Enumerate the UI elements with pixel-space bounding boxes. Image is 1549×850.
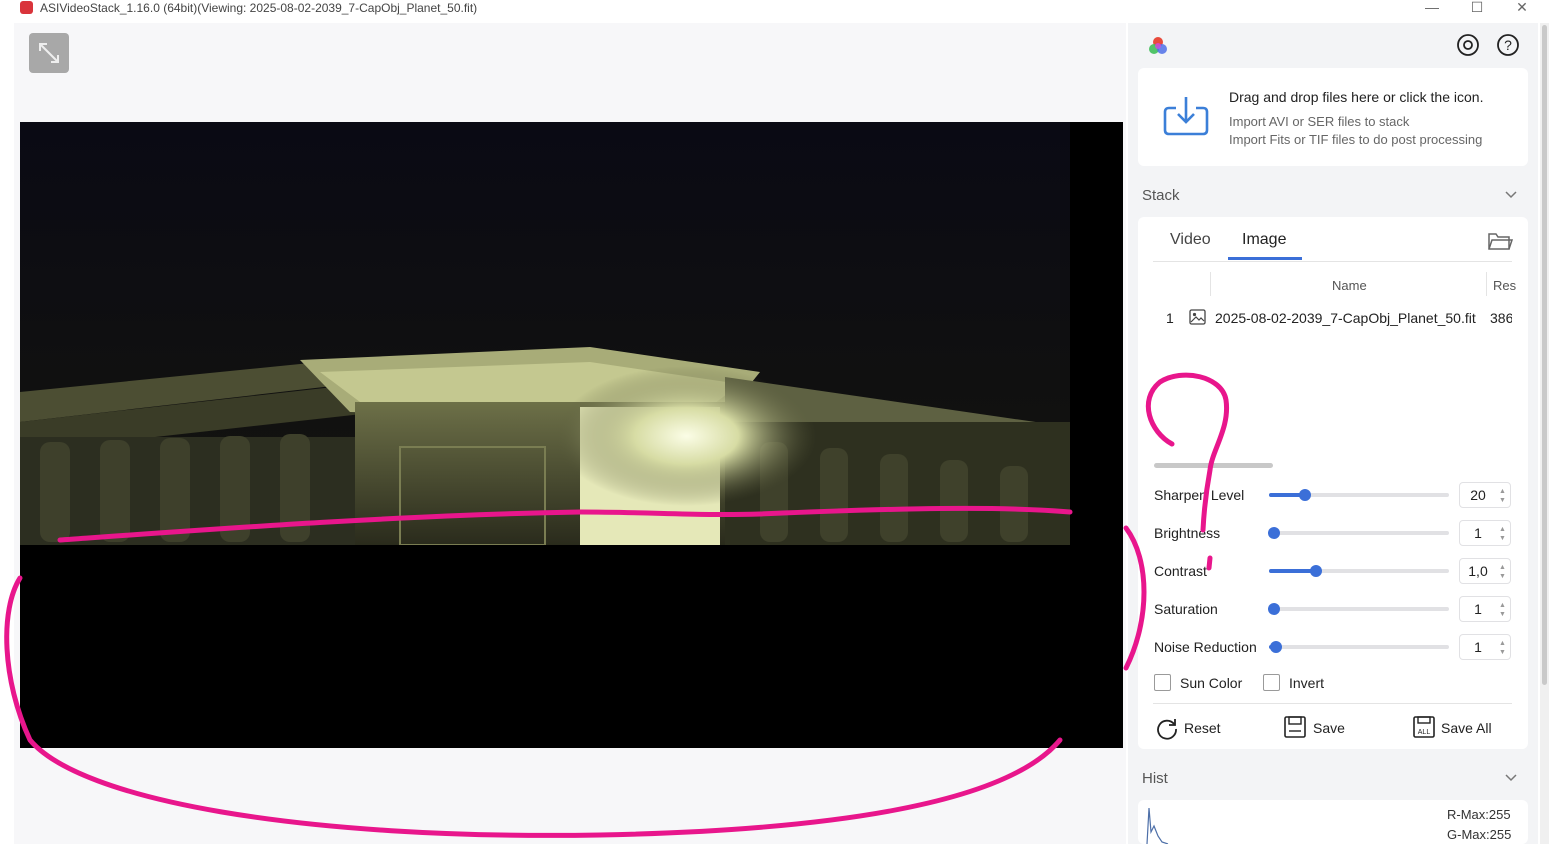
image-viewer[interactable] <box>20 122 1123 748</box>
folder-icon[interactable] <box>1487 230 1513 252</box>
settings-target-icon[interactable] <box>1456 33 1480 57</box>
contrast-slider[interactable] <box>1269 565 1449 577</box>
brightness-slider-handle[interactable] <box>1268 527 1280 539</box>
spin-down-icon[interactable]: ▼ <box>1499 649 1506 656</box>
svg-text:?: ? <box>1504 37 1512 53</box>
hist-r-max: R-Max:255 <box>1447 807 1511 822</box>
contrast-spinbox[interactable]: 1,0 ▲ ▼ <box>1459 558 1511 584</box>
contrast-label: Contrast <box>1154 563 1207 579</box>
image-file-icon <box>1189 309 1206 325</box>
contrast-slider-handle[interactable] <box>1310 565 1322 577</box>
expand-button[interactable] <box>29 33 69 73</box>
download-icon[interactable] <box>1162 94 1210 138</box>
expand-icon <box>39 43 59 63</box>
contrast-value: 1,0 <box>1468 563 1488 579</box>
scrollbar-thumb[interactable] <box>1542 25 1547 685</box>
saturation-label: Saturation <box>1154 601 1218 617</box>
app-icon <box>20 1 33 14</box>
spin-down-icon[interactable]: ▼ <box>1499 611 1506 618</box>
tab-image[interactable]: Image <box>1242 231 1286 249</box>
sun-color-label: Sun Color <box>1180 675 1243 691</box>
row-index: 1 <box>1166 310 1174 326</box>
hist-g-max: G-Max:255 <box>1447 827 1512 842</box>
save-label: Save <box>1313 720 1345 736</box>
sharpen-level-label: Sharpen Level <box>1154 487 1245 503</box>
close-button[interactable]: ✕ <box>1507 0 1537 16</box>
active-tab-indicator <box>1228 257 1302 260</box>
planet-image <box>20 122 1123 748</box>
save-icon <box>1284 716 1306 738</box>
sun-color-checkbox[interactable] <box>1154 674 1171 691</box>
brightness-spinbox[interactable]: 1 ▲ ▼ <box>1459 520 1511 546</box>
spin-up-icon[interactable]: ▲ <box>1499 640 1506 647</box>
row-resolution: 386 <box>1490 310 1512 326</box>
maximize-button[interactable]: ☐ <box>1462 0 1492 16</box>
save-all-icon: ALL <box>1413 716 1435 738</box>
spin-down-icon[interactable]: ▼ <box>1499 573 1506 580</box>
help-icon[interactable]: ? <box>1496 33 1520 57</box>
save-all-label: Save All <box>1441 720 1492 736</box>
sharpen-level-spinbox[interactable]: 20 ▲ ▼ <box>1459 482 1511 508</box>
noise-reduction-slider[interactable] <box>1269 641 1449 653</box>
noise-reduction-slider-handle[interactable] <box>1270 641 1282 653</box>
stack-section-title[interactable]: Stack <box>1142 187 1180 204</box>
row-filename: 2025-08-02-2039_7-CapObj_Planet_50.fit <box>1215 310 1476 326</box>
spin-up-icon[interactable]: ▲ <box>1499 564 1506 571</box>
reset-icon <box>1157 719 1177 740</box>
column-header-name[interactable]: Name <box>1332 278 1367 293</box>
tab-video[interactable]: Video <box>1170 231 1211 249</box>
saturation-slider[interactable] <box>1268 603 1449 615</box>
column-divider <box>1210 272 1211 296</box>
svg-text:ALL: ALL <box>1418 729 1431 736</box>
sharpen-level-value: 20 <box>1470 487 1486 503</box>
brightness-slider[interactable] <box>1268 527 1449 539</box>
title-bar: ASIVideoStack_1.16.0 (64bit)(Viewing: 20… <box>0 0 1549 16</box>
spin-up-icon[interactable]: ▲ <box>1499 526 1506 533</box>
brightness-value: 1 <box>1474 525 1482 541</box>
spin-up-icon[interactable]: ▲ <box>1499 602 1506 609</box>
noise-reduction-value: 1 <box>1474 639 1482 655</box>
spin-up-icon[interactable]: ▲ <box>1499 488 1506 495</box>
chevron-down-icon[interactable] <box>1504 773 1518 783</box>
noise-reduction-label: Noise Reduction <box>1154 639 1257 655</box>
import-hint-image: Import Fits or TIF files to do post proc… <box>1229 132 1483 147</box>
table-scrollbar[interactable] <box>1154 463 1273 468</box>
sharpen-level-slider-handle[interactable] <box>1299 489 1311 501</box>
tab-divider <box>1153 261 1512 262</box>
saturation-slider-handle[interactable] <box>1268 603 1280 615</box>
saturation-spinbox[interactable]: 1 ▲ ▼ <box>1459 596 1511 622</box>
chevron-down-icon[interactable] <box>1504 190 1518 200</box>
contrast-slider-fill <box>1269 569 1316 573</box>
rgb-circles-logo <box>1149 37 1167 54</box>
column-header-res[interactable]: Res <box>1493 278 1516 293</box>
divider <box>1153 703 1512 704</box>
import-hint-video: Import AVI or SER files to stack <box>1229 114 1410 129</box>
reset-label: Reset <box>1184 720 1221 736</box>
invert-label: Invert <box>1289 675 1325 691</box>
invert-checkbox[interactable] <box>1263 674 1280 691</box>
window-title: ASIVideoStack_1.16.0 (64bit)(Viewing: 20… <box>40 1 478 15</box>
column-divider <box>1486 272 1487 296</box>
hist-section-title[interactable]: Hist <box>1142 770 1168 787</box>
noise-reduction-spinbox[interactable]: 1 ▲ ▼ <box>1459 634 1511 660</box>
saturation-value: 1 <box>1474 601 1482 617</box>
minimize-button[interactable]: — <box>1417 0 1447 16</box>
histogram-plot <box>1146 807 1169 844</box>
sharpen-level-slider[interactable] <box>1269 489 1449 501</box>
spin-down-icon[interactable]: ▼ <box>1499 535 1506 542</box>
import-instruction: Drag and drop files here or click the ic… <box>1229 89 1484 105</box>
spin-down-icon[interactable]: ▼ <box>1499 497 1506 504</box>
brightness-label: Brightness <box>1154 525 1221 541</box>
